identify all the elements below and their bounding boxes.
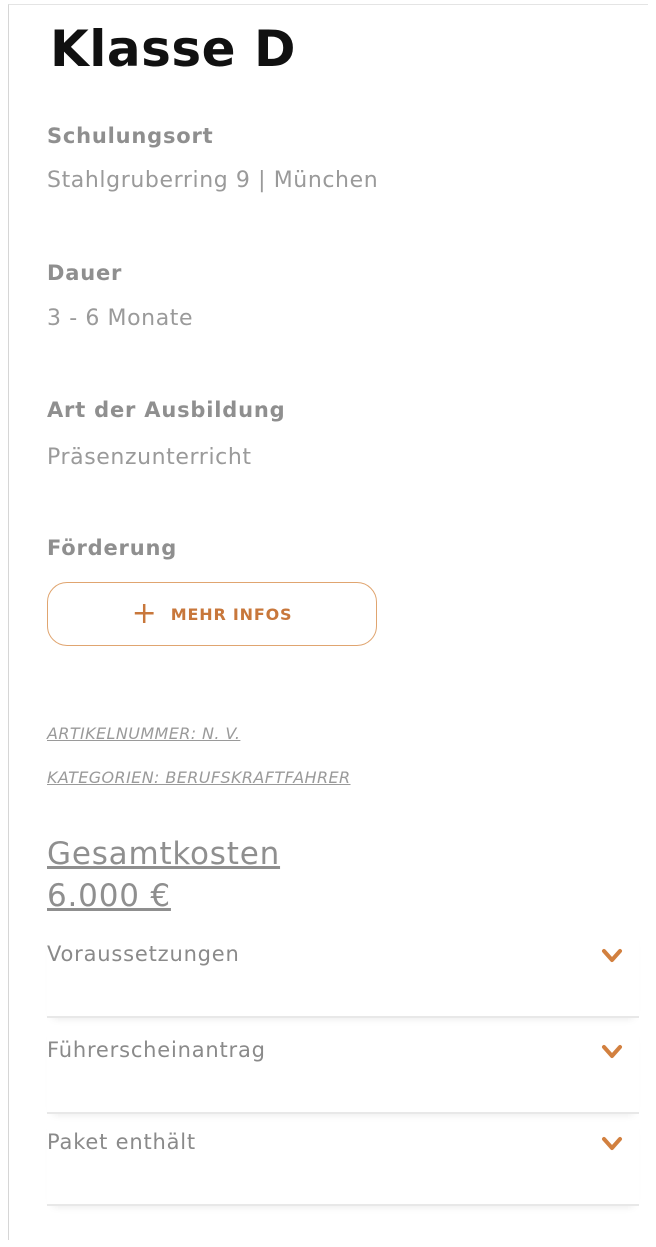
funding-label: Förderung — [47, 536, 178, 560]
training-type-label: Art der Ausbildung — [47, 398, 286, 422]
chevron-down-icon — [602, 949, 622, 962]
chevron-down-icon — [602, 1137, 622, 1150]
article-number-link[interactable]: ARTIKELNUMMER: N. V. — [47, 724, 240, 743]
accordion-license-application-label: Führerscheinantrag — [47, 1038, 266, 1062]
accordion-license-application[interactable]: Führerscheinantrag — [47, 1024, 639, 1114]
more-info-button[interactable]: + MEHR INFOS — [47, 582, 377, 646]
chevron-down-icon — [602, 1045, 622, 1058]
accordion-package-contents[interactable]: Paket enthält — [47, 1116, 639, 1206]
accordion-package-contents-label: Paket enthält — [47, 1130, 196, 1154]
total-cost-value: 6.000 € — [47, 878, 171, 914]
category-link[interactable]: KATEGORIEN: BERUFSKRAFTFAHRER — [47, 768, 351, 787]
duration-label: Dauer — [47, 261, 123, 285]
location-label: Schulungsort — [47, 124, 214, 148]
location-value: Stahlgruberring 9 | München — [47, 168, 379, 193]
plus-icon: + — [131, 596, 157, 631]
more-info-button-label: MEHR INFOS — [170, 604, 293, 624]
accordion-requirements[interactable]: Voraussetzungen — [47, 928, 639, 1018]
accordion-requirements-label: Voraussetzungen — [47, 942, 240, 966]
duration-value: 3 - 6 Monate — [47, 306, 194, 331]
total-cost-label: Gesamtkosten — [47, 836, 281, 872]
page-title: Klasse D — [50, 20, 296, 78]
training-type-value: Präsenzunterricht — [47, 445, 252, 470]
